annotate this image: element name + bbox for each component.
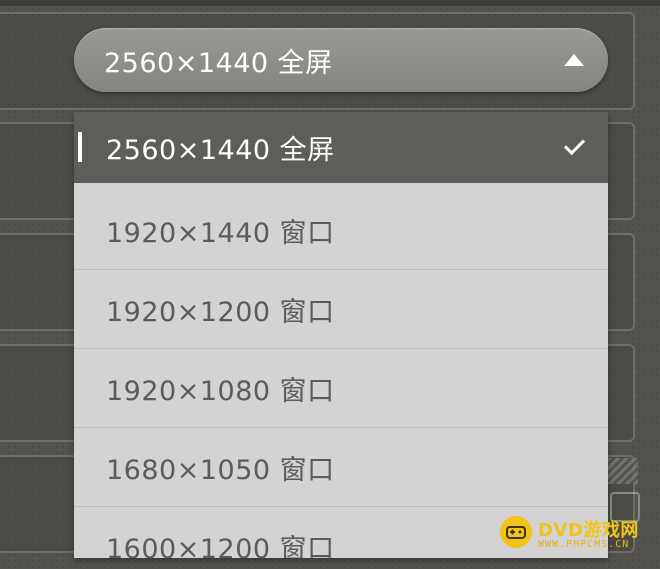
selected-resolution-label: 2560×1440 全屏 (104, 47, 333, 79)
resolution-options-list[interactable]: 2560×1440 全屏 1920×1440 窗口 1920×1200 窗口 1… (74, 112, 608, 558)
resolution-dropdown[interactable]: 2560×1440 全屏 2560×1440 全屏 1920×1440 窗口 1… (74, 28, 608, 558)
option-label: 1920×1200 窗口 (106, 296, 335, 328)
option-label: 1600×1200 窗口 (106, 533, 335, 559)
scroll-texture (608, 458, 638, 484)
caret-up-icon (564, 54, 584, 66)
resolution-option[interactable]: 1680×1050 窗口 (74, 428, 608, 507)
option-label: 1680×1050 窗口 (106, 454, 335, 486)
resolution-option[interactable]: 1920×1200 窗口 (74, 270, 608, 349)
gamepad-icon (500, 516, 532, 548)
option-label: 2560×1440 全屏 (106, 135, 335, 166)
resolution-dropdown-header[interactable]: 2560×1440 全屏 (74, 28, 608, 92)
resolution-option[interactable]: 1920×1080 窗口 (74, 349, 608, 428)
site-watermark: DVD游戏网 WWW.PHPCMS.CN (500, 492, 650, 558)
background-top-bar (0, 0, 660, 6)
option-label: 1920×1440 窗口 (106, 217, 335, 249)
resolution-option[interactable]: 1920×1440 窗口 (74, 191, 608, 270)
option-label: 1920×1080 窗口 (106, 375, 335, 407)
resolution-option-selected[interactable]: 2560×1440 全屏 (74, 112, 608, 183)
checkmark-icon (563, 133, 586, 156)
watermark-subtitle: WWW.PHPCMS.CN (538, 539, 630, 550)
